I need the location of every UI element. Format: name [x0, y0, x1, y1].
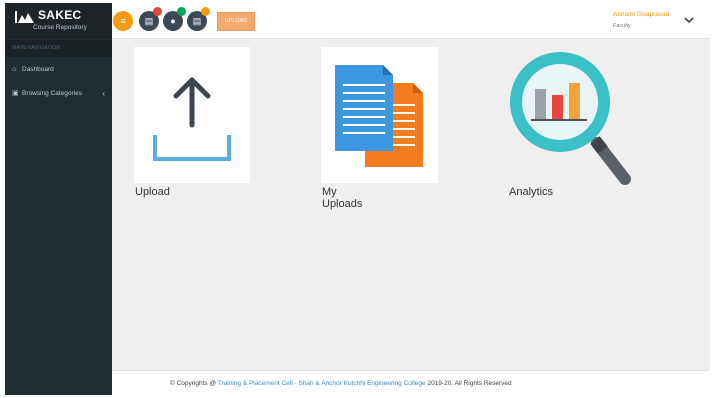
tile-upload-label[interactable]: Upload: [135, 186, 170, 198]
sidebar-item-label: Dashboard: [22, 66, 54, 73]
menu-button[interactable]: ≡: [113, 11, 133, 31]
notification-badge: [177, 7, 186, 16]
analytics-icon[interactable]: [505, 47, 635, 187]
sidebar-item-dashboard[interactable]: ⌂ Dashboard: [5, 59, 112, 81]
document-icon: ▤: [144, 16, 154, 26]
sidebar: SAKEC Course Repository MAIN NAVIGATION …: [5, 3, 112, 395]
footer: © Copyrights @ Training & Placement Cell…: [112, 370, 710, 395]
tile-my-uploads-label[interactable]: My Uploads: [322, 186, 362, 210]
footer-college-link[interactable]: Training & Placement Cell - Shah & Ancho…: [218, 380, 426, 387]
notification-badge: [153, 7, 162, 16]
sidebar-item-browsing-categories[interactable]: ▣ Browsing Categories ‹: [5, 83, 112, 105]
chevron-left-icon: ‹: [102, 89, 105, 98]
chevron-down-icon[interactable]: [682, 13, 696, 27]
upload-button[interactable]: UPLOAD: [217, 12, 255, 31]
topbar: ≡ ▤ ● ▤ UPLOAD Abirami Sivaprasad Facult…: [112, 3, 710, 39]
documents-icon[interactable]: [321, 47, 438, 183]
notification-badge: [201, 7, 210, 16]
laptop-icon: ▣: [12, 90, 19, 97]
tile-analytics-label[interactable]: Analytics: [509, 186, 553, 198]
upload-icon[interactable]: [134, 47, 250, 183]
list-icon: ▤: [192, 16, 202, 26]
home-icon: ⌂: [12, 66, 17, 73]
brand-logo-icon: [15, 11, 34, 23]
notification-documents-button[interactable]: ▤: [139, 7, 162, 31]
brand-subtitle: Course Repository: [33, 24, 87, 31]
user-name: Abirami Sivaprasad: [613, 11, 670, 18]
notification-list-button[interactable]: ▤: [187, 7, 210, 31]
brand-title: SAKEC: [38, 8, 82, 22]
user-icon: ●: [170, 16, 176, 26]
sidebar-item-label: Browsing Categories: [22, 90, 82, 97]
footer-copyright-prefix: © Copyrights @: [170, 380, 218, 387]
footer-copyright-suffix: 2019-20. All Rights Reserved: [425, 380, 512, 387]
brand[interactable]: SAKEC Course Repository: [5, 3, 112, 39]
app-frame: SAKEC Course Repository MAIN NAVIGATION …: [5, 3, 710, 395]
nav-header: MAIN NAVIGATION: [5, 40, 112, 57]
user-role: Faculty: [613, 23, 631, 29]
notification-users-button[interactable]: ●: [163, 7, 186, 31]
menu-icon: ≡: [120, 16, 126, 26]
